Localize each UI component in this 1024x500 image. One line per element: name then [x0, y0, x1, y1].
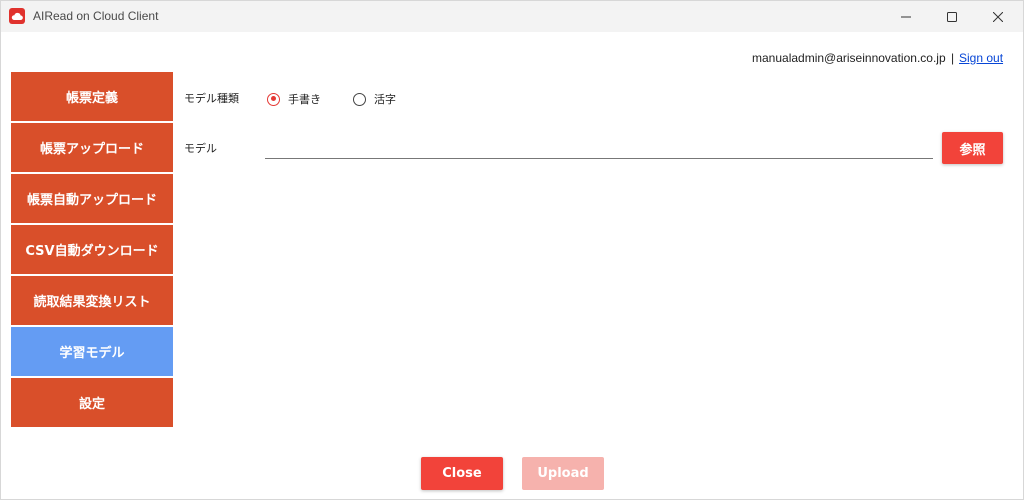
sidebar-item-learning-model[interactable]: 学習モデル	[11, 327, 173, 376]
radio-handwritten[interactable]: 手書き	[267, 91, 321, 107]
minimize-icon[interactable]	[883, 1, 929, 32]
sidebar-item-auto-upload[interactable]: 帳票自動アップロード	[11, 174, 173, 223]
model-label: モデル	[184, 142, 217, 155]
cloud-app-icon	[9, 8, 25, 24]
model-path-input[interactable]	[265, 135, 933, 159]
radio-checked-icon	[267, 92, 280, 106]
sidebar-item-conversion-list[interactable]: 読取結果変換リスト	[11, 276, 173, 325]
radio-handwritten-label: 手書き	[288, 93, 321, 106]
window-title: AIRead on Cloud Client	[33, 9, 159, 23]
title-bar[interactable]: AIRead on Cloud Client	[1, 1, 1023, 32]
close-button[interactable]: Close	[421, 457, 503, 490]
sign-out-link[interactable]: Sign out	[959, 51, 1003, 65]
sidebar-nav: 帳票定義 帳票アップロード 帳票自動アップロード CSV自動ダウンロード 読取結…	[11, 72, 173, 429]
sidebar-item-csv-auto-download[interactable]: CSV自動ダウンロード	[11, 225, 173, 274]
radio-printed[interactable]: 活字	[353, 91, 396, 107]
model-type-label: モデル種類	[184, 92, 239, 105]
upload-button[interactable]: Upload	[522, 457, 604, 490]
app-window: AIRead on Cloud Client manualadmin@arise…	[0, 0, 1024, 500]
radio-unchecked-icon	[353, 92, 366, 106]
sidebar-item-settings[interactable]: 設定	[11, 378, 173, 427]
account-email: manualadmin@ariseinnovation.co.jp	[752, 51, 946, 65]
sidebar-item-form-definition[interactable]: 帳票定義	[11, 72, 173, 121]
close-icon[interactable]	[975, 1, 1021, 32]
account-separator: |	[951, 51, 955, 65]
sidebar-item-form-upload[interactable]: 帳票アップロード	[11, 123, 173, 172]
maximize-icon[interactable]	[929, 1, 975, 32]
browse-button[interactable]: 参照	[942, 132, 1003, 164]
radio-printed-label: 活字	[374, 93, 396, 106]
